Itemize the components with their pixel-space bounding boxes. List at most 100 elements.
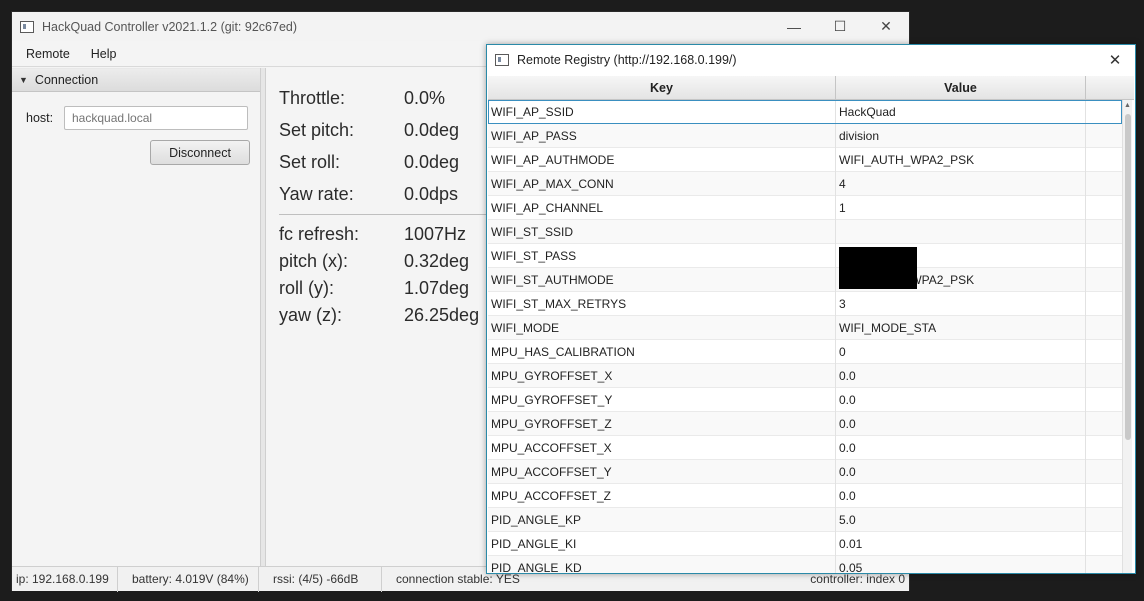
registry-key-cell: PID_ANGLE_KP	[488, 507, 836, 532]
registry-filler-cell	[1086, 388, 1122, 412]
registry-filler-cell	[1086, 220, 1122, 244]
table-row[interactable]: MPU_ACCOFFSET_Y 0.0	[488, 459, 1122, 484]
close-icon[interactable]: ✕	[863, 12, 909, 41]
telemetry-row: Throttle: 0.0%	[279, 82, 499, 114]
table-row[interactable]: MPU_HAS_CALIBRATION 0	[488, 339, 1122, 364]
table-row[interactable]: WIFI_ST_AUTHMODEWIFI_AUTH_WPA2_PSK	[488, 267, 1122, 292]
registry-key-cell: PID_ANGLE_KI	[488, 531, 836, 556]
registry-titlebar[interactable]: Remote Registry (http://192.168.0.199/) …	[487, 45, 1135, 74]
registry-filler-cell	[1086, 124, 1122, 148]
registry-filler-cell	[1086, 556, 1122, 574]
telemetry-value: 0.32deg	[404, 251, 470, 271]
registry-title: Remote Registry (http://192.168.0.199/)	[517, 52, 737, 67]
telemetry-label: fc refresh:	[279, 224, 360, 244]
registry-filler-cell	[1086, 244, 1122, 268]
registry-key-cell: WIFI_AP_PASS	[488, 123, 836, 148]
registry-filler-cell	[1086, 268, 1122, 292]
status-battery: battery: 4.019V (84%)	[118, 566, 259, 592]
registry-key-cell: WIFI_MODE	[488, 315, 836, 340]
registry-filler-cell	[1086, 412, 1122, 436]
registry-value-cell[interactable]	[836, 219, 1086, 244]
registry-filler-cell	[1086, 508, 1122, 532]
redaction-box	[839, 247, 917, 289]
telemetry-row: fc refresh: 1007Hz	[279, 221, 499, 248]
table-row[interactable]: MPU_ACCOFFSET_X 0.0	[488, 435, 1122, 460]
registry-value-cell[interactable]: 0.0	[836, 459, 1086, 484]
registry-value-cell[interactable]: 0.0	[836, 363, 1086, 388]
registry-value-cell[interactable]: 0.0	[836, 435, 1086, 460]
table-row[interactable]: WIFI_ST_MAX_RETRYS 3	[488, 291, 1122, 316]
registry-window-icon	[495, 53, 509, 66]
table-row[interactable]: WIFI_MODE WIFI_MODE_STA	[488, 315, 1122, 340]
registry-value-cell[interactable]: HackQuad	[836, 99, 1086, 124]
column-header-key[interactable]: Key	[488, 76, 836, 99]
registry-filler-cell	[1086, 340, 1122, 364]
registry-key-cell: WIFI_ST_AUTHMODE	[488, 267, 836, 292]
close-icon[interactable]: ✕	[1095, 45, 1135, 74]
table-row[interactable]: MPU_ACCOFFSET_Z 0.0	[488, 483, 1122, 508]
connection-accordion-header[interactable]: ▼ Connection	[12, 68, 260, 92]
registry-filler-cell	[1086, 436, 1122, 460]
minimize-icon[interactable]: —	[771, 12, 817, 41]
registry-filler-cell	[1086, 292, 1122, 316]
registry-value-cell[interactable]: division	[836, 123, 1086, 148]
scrollbar-thumb[interactable]	[1125, 114, 1131, 440]
table-row[interactable]: PID_ANGLE_KP 5.0	[488, 507, 1122, 532]
registry-key-cell: WIFI_AP_CHANNEL	[488, 195, 836, 220]
registry-filler-cell	[1086, 364, 1122, 388]
table-row[interactable]: MPU_GYROFFSET_Y 0.0	[488, 387, 1122, 412]
disconnect-button[interactable]: Disconnect	[150, 140, 250, 165]
registry-value-cell[interactable]: 1	[836, 195, 1086, 220]
registry-value-cell[interactable]: WIFI_AUTH_WPA2_PSK	[836, 147, 1086, 172]
registry-dialog: Remote Registry (http://192.168.0.199/) …	[486, 44, 1136, 574]
table-row[interactable]: MPU_GYROFFSET_Z 0.0	[488, 411, 1122, 436]
registry-value-cell[interactable]: 0	[836, 339, 1086, 364]
maximize-icon[interactable]: ☐	[817, 12, 863, 41]
telemetry-label: Set pitch:	[279, 119, 355, 140]
vertical-scrollbar[interactable]: ▲	[1122, 100, 1132, 573]
registry-value-cell[interactable]: 3	[836, 291, 1086, 316]
registry-filler-cell	[1086, 484, 1122, 508]
split-pane-divider[interactable]	[260, 68, 266, 566]
telemetry-label: Throttle:	[279, 87, 346, 108]
table-row[interactable]: WIFI_AP_SSID HackQuad	[488, 99, 1122, 124]
table-row[interactable]: PID_ANGLE_KI 0.01	[488, 531, 1122, 556]
table-row[interactable]: WIFI_AP_CHANNEL 1	[488, 195, 1122, 220]
registry-table: Key Value WIFI_AP_SSID HackQuad WIFI_AP_PA…	[488, 76, 1134, 573]
menu-help[interactable]: Help	[84, 47, 124, 61]
column-header-value[interactable]: Value	[836, 76, 1086, 99]
registry-key-cell: MPU_GYROFFSET_X	[488, 363, 836, 388]
registry-value-cell[interactable]: WIFI_MODE_STA	[836, 315, 1086, 340]
table-row[interactable]: MPU_GYROFFSET_X 0.0	[488, 363, 1122, 388]
registry-key-cell: MPU_ACCOFFSET_Y	[488, 459, 836, 484]
table-row[interactable]: WIFI_AP_PASS division	[488, 123, 1122, 148]
column-header-filler	[1086, 76, 1122, 99]
registry-filler-cell	[1086, 532, 1122, 556]
window-title: HackQuad Controller v2021.1.2 (git: 92c6…	[42, 19, 298, 34]
registry-value-cell[interactable]: 0.0	[836, 411, 1086, 436]
host-input[interactable]	[64, 106, 248, 130]
registry-key-cell: MPU_GYROFFSET_Z	[488, 411, 836, 436]
registry-value-cell[interactable]: 4	[836, 171, 1086, 196]
scroll-up-arrow-icon[interactable]: ▲	[1124, 102, 1131, 109]
telemetry-panel: Throttle: 0.0% Set pitch: 0.0deg Set roll:…	[279, 82, 499, 329]
main-titlebar[interactable]: HackQuad Controller v2021.1.2 (git: 92c6…	[12, 12, 909, 41]
table-row[interactable]: PID_ANGLE_KD 0.05	[488, 555, 1122, 574]
registry-filler-cell	[1086, 460, 1122, 484]
menu-remote[interactable]: Remote	[19, 47, 77, 61]
registry-value-cell[interactable]: 0.05	[836, 555, 1086, 573]
status-ip: ip: 192.168.0.199	[12, 566, 118, 592]
registry-key-cell: WIFI_ST_SSID	[488, 219, 836, 244]
table-row[interactable]: WIFI_AP_MAX_CONN 4	[488, 171, 1122, 196]
table-row[interactable]: WIFI_AP_AUTHMODE WIFI_AUTH_WPA2_PSK	[488, 147, 1122, 172]
registry-key-cell: MPU_HAS_CALIBRATION	[488, 339, 836, 364]
table-row[interactable]: WIFI_ST_SSID	[488, 219, 1122, 244]
registry-value-cell[interactable]: 0.01	[836, 531, 1086, 556]
table-row[interactable]: WIFI_ST_PASS	[488, 243, 1122, 268]
registry-value-cell[interactable]: 0.0	[836, 483, 1086, 508]
telemetry-value: 1007Hz	[404, 224, 467, 244]
registry-value-cell[interactable]: 5.0	[836, 507, 1086, 532]
registry-filler-cell	[1086, 172, 1122, 196]
registry-value-cell[interactable]: 0.0	[836, 387, 1086, 412]
registry-key-cell: WIFI_AP_SSID	[488, 99, 836, 124]
